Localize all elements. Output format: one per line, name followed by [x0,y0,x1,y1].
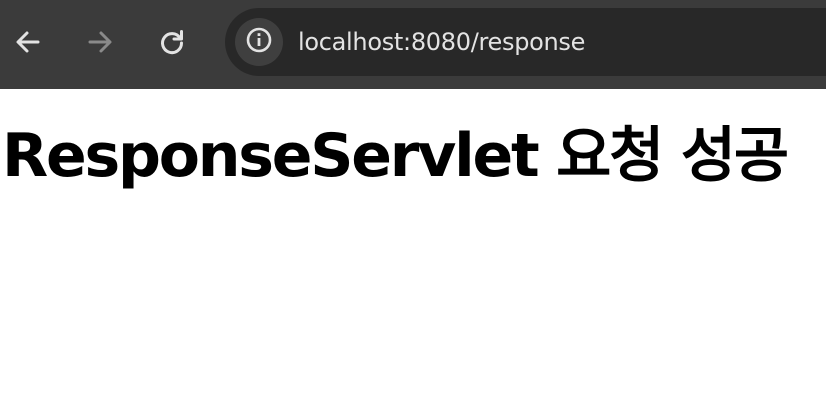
address-bar[interactable]: localhost:8080/response [225,8,826,76]
reload-icon [158,28,186,56]
site-info-button[interactable] [235,18,283,66]
arrow-right-icon [86,28,114,56]
forward-button[interactable] [80,22,120,62]
info-circle-icon [245,26,273,58]
reload-button[interactable] [152,22,192,62]
url-text[interactable]: localhost:8080/response [298,27,585,57]
arrow-left-icon [14,28,42,56]
browser-toolbar: localhost:8080/response [0,0,826,89]
back-button[interactable] [8,22,48,62]
page-heading: ResponseServlet 요청 성공 [2,121,789,191]
page-content: ResponseServlet 요청 성공 [0,89,826,418]
